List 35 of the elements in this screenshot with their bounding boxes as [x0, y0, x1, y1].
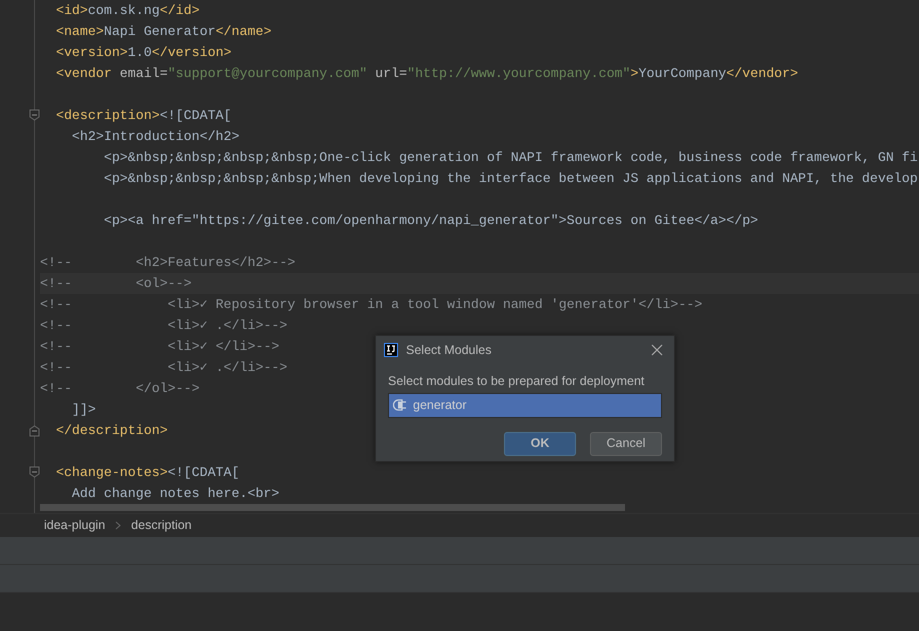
- app-logo-icon: [384, 343, 398, 357]
- chevron-icon: [115, 521, 122, 530]
- dialog-prompt: Select modules to be prepared for deployment: [388, 373, 646, 390]
- code-line: <change-notes><![CDATA[: [54, 464, 240, 482]
- dialog-title: Select Modules: [406, 342, 492, 359]
- fold-icon[interactable]: [29, 109, 40, 121]
- code-line: <p>&nbsp;&nbsp;&nbsp;&nbsp;One-click generation of NAPI framework code, business code framework, GN fi: [102, 149, 918, 167]
- code-line: ]]>: [70, 401, 96, 419]
- code-line: <id>com.sk.ng</id>: [54, 2, 200, 20]
- close-button[interactable]: [650, 343, 664, 357]
- code-line: <!-- <li>✓ .</li>-->: [40, 317, 288, 335]
- code-line: <p>&nbsp;&nbsp;&nbsp;&nbsp;When developing the interface between JS applications and NAPI, the develop: [102, 170, 918, 188]
- code-line: <version>1.0</version>: [54, 44, 232, 62]
- code-line: <!-- </ol>-->: [40, 380, 200, 398]
- code-line: <!-- <li>✓ Repository browser in a tool window named 'generator'</li>-->: [40, 296, 702, 314]
- code-line: <description><![CDATA[: [54, 107, 232, 125]
- code-line: <!-- <li>✓ .</li>-->: [40, 359, 288, 377]
- breadcrumb-item[interactable]: idea-plugin: [44, 516, 106, 535]
- code-line: </description>: [54, 422, 168, 440]
- fold-icon[interactable]: [29, 425, 40, 437]
- horizontal-scrollbar[interactable]: [40, 504, 625, 511]
- code-line: <!-- <h2>Features</h2>-->: [40, 254, 296, 272]
- module-item[interactable]: generator: [389, 394, 661, 417]
- code-line: <p><a href="https://gitee.com/openharmony/napi_generator">Sources on Gitee</a></p>: [102, 212, 758, 230]
- code-line: Add change notes here.<br>: [70, 485, 280, 503]
- breadcrumb-item[interactable]: description: [131, 516, 192, 535]
- code-line: <!-- <ol>-->: [40, 275, 192, 293]
- code-line: <h2>Introduction</h2>: [70, 128, 240, 146]
- plug-icon: [393, 398, 407, 412]
- ok-button[interactable]: OK: [504, 432, 576, 456]
- cancel-button[interactable]: Cancel: [590, 432, 662, 456]
- fold-icon[interactable]: [29, 466, 40, 478]
- code-line: <vendor email="support@yourcompany.com" url="http://www.yourcompany.com">YourCompany</vendor>: [54, 65, 798, 83]
- code-line: <name>Napi Generator</name>: [54, 23, 272, 41]
- code-line: <!-- <li>✓ </li>-->: [40, 338, 280, 356]
